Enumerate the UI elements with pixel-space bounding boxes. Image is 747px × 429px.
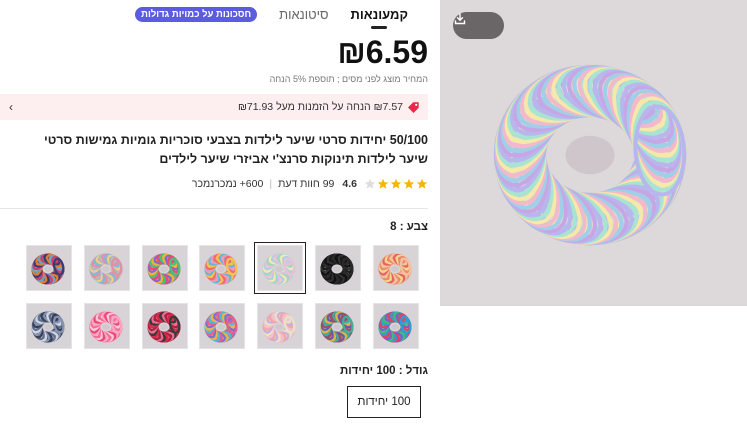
- swatch-thumbnail: [320, 311, 354, 343]
- coupon-text: ₪7.57 הנחה על הזמנות מעל ₪71.93: [237, 101, 403, 113]
- color-swatch-13[interactable]: [84, 303, 130, 349]
- color-swatch-14[interactable]: [26, 303, 72, 349]
- color-swatch-8[interactable]: [373, 303, 419, 349]
- product-title: 50/100 יחידות סרטי שיער לילדות בצבעי סוכ…: [43, 133, 428, 166]
- scrunchie-bundle-image: [493, 64, 687, 246]
- swatch-thumbnail: [31, 253, 65, 285]
- size-option-100[interactable]: 100 יחידות: [347, 386, 421, 418]
- coupon-tag-icon: [408, 101, 419, 113]
- swatch-thumbnail: [204, 253, 238, 285]
- color-swatch-5[interactable]: [142, 245, 188, 291]
- swatch-thumbnail: [147, 311, 181, 343]
- product-page: קמעונאות סיטונאות חסכונות על כמויות גדול…: [0, 0, 747, 429]
- divider: [0, 208, 428, 209]
- purchase-type-tabs: קמעונאות סיטונאות חסכונות על כמויות גדול…: [135, 7, 408, 22]
- star-icon: [364, 178, 376, 189]
- swatch-thumbnail: [378, 253, 412, 285]
- chevron-left-icon: ›: [9, 100, 13, 114]
- swatch-thumbnail: [378, 311, 412, 343]
- color-swatch-6[interactable]: [84, 245, 130, 291]
- star-icon: [377, 178, 389, 189]
- tab-wholesale[interactable]: סיטונאות: [279, 7, 328, 22]
- swatch-thumbnail: [31, 311, 65, 343]
- tax-note: המחיר מוצג לפני מסים ; תוספת 5% הנחה: [269, 74, 428, 84]
- color-swatch-3[interactable]: [254, 242, 306, 294]
- sold-count: 600+ נמכרנמכר: [191, 178, 264, 190]
- star-icon: [390, 178, 402, 189]
- swatch-thumbnail: [262, 311, 296, 343]
- product-info-panel: קמעונאות סיטונאות חסכונות על כמויות גדול…: [0, 0, 432, 429]
- review-count[interactable]: 99 חוות דעת: [278, 178, 334, 190]
- separator: |: [269, 178, 273, 190]
- color-swatch-4[interactable]: [199, 245, 245, 291]
- star-rating: [363, 178, 428, 190]
- tab-retail[interactable]: קמעונאות: [351, 7, 409, 22]
- color-swatch-10[interactable]: [257, 303, 303, 349]
- star-icon: [403, 178, 415, 189]
- color-label: צבע : 8: [390, 221, 428, 233]
- color-swatch-11[interactable]: [199, 303, 245, 349]
- color-swatch-2[interactable]: [315, 245, 361, 291]
- color-swatch-12[interactable]: [142, 303, 188, 349]
- download-button[interactable]: [453, 12, 504, 39]
- color-swatch-7[interactable]: [26, 245, 72, 291]
- rating-row[interactable]: 4.6 99 חוות דעת | 600+ נמכרנמכר: [186, 178, 428, 190]
- swatch-thumbnail: [320, 253, 354, 285]
- color-swatch-9[interactable]: [315, 303, 361, 349]
- product-main-image[interactable]: [440, 0, 747, 306]
- coupon-banner[interactable]: ₪7.57 הנחה על הזמנות מעל ₪71.93 ›: [0, 94, 428, 120]
- rating-score: 4.6: [342, 178, 357, 190]
- product-price: ₪6.59: [337, 34, 428, 70]
- star-icon: [416, 178, 428, 189]
- swatch-thumbnail: [262, 253, 296, 285]
- download-icon: [454, 13, 466, 25]
- swatch-thumbnail: [89, 253, 123, 285]
- swatch-thumbnail: [89, 311, 123, 343]
- color-swatch-1[interactable]: [373, 245, 419, 291]
- swatch-thumbnail: [204, 311, 238, 343]
- size-label: גודל : 100 יחידות: [339, 365, 428, 377]
- swatch-thumbnail: [147, 253, 181, 285]
- bulk-savings-badge: חסכונות על כמויות גדולות: [135, 7, 258, 22]
